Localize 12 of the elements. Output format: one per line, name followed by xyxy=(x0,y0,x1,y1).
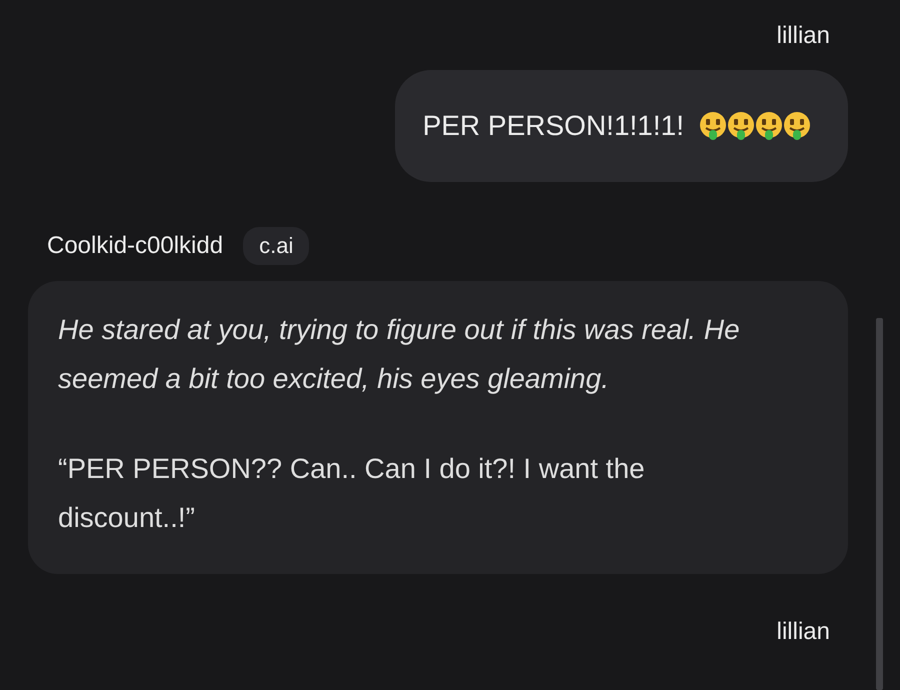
money-face-icon xyxy=(726,111,756,141)
money-face-icon xyxy=(782,111,812,141)
money-face-icon xyxy=(754,111,784,141)
money-face-icon xyxy=(698,111,728,141)
character-tag: c.ai xyxy=(243,227,310,265)
user-name: lillian xyxy=(776,617,831,646)
narration-text: He stared at you, trying to figure out if this was real. He seemed a bit too excited, his eyes gleaming. xyxy=(58,313,741,396)
message-text: PER PERSON!1!1!1! xyxy=(422,110,684,142)
character-name: Coolkid-c00lkidd xyxy=(47,232,224,260)
dialogue-text: “PER PERSON?? Can.. Can I do it?! I want the discount..!” xyxy=(58,452,646,535)
scrollbar[interactable] xyxy=(876,318,883,690)
user-name: lillian xyxy=(776,21,831,50)
